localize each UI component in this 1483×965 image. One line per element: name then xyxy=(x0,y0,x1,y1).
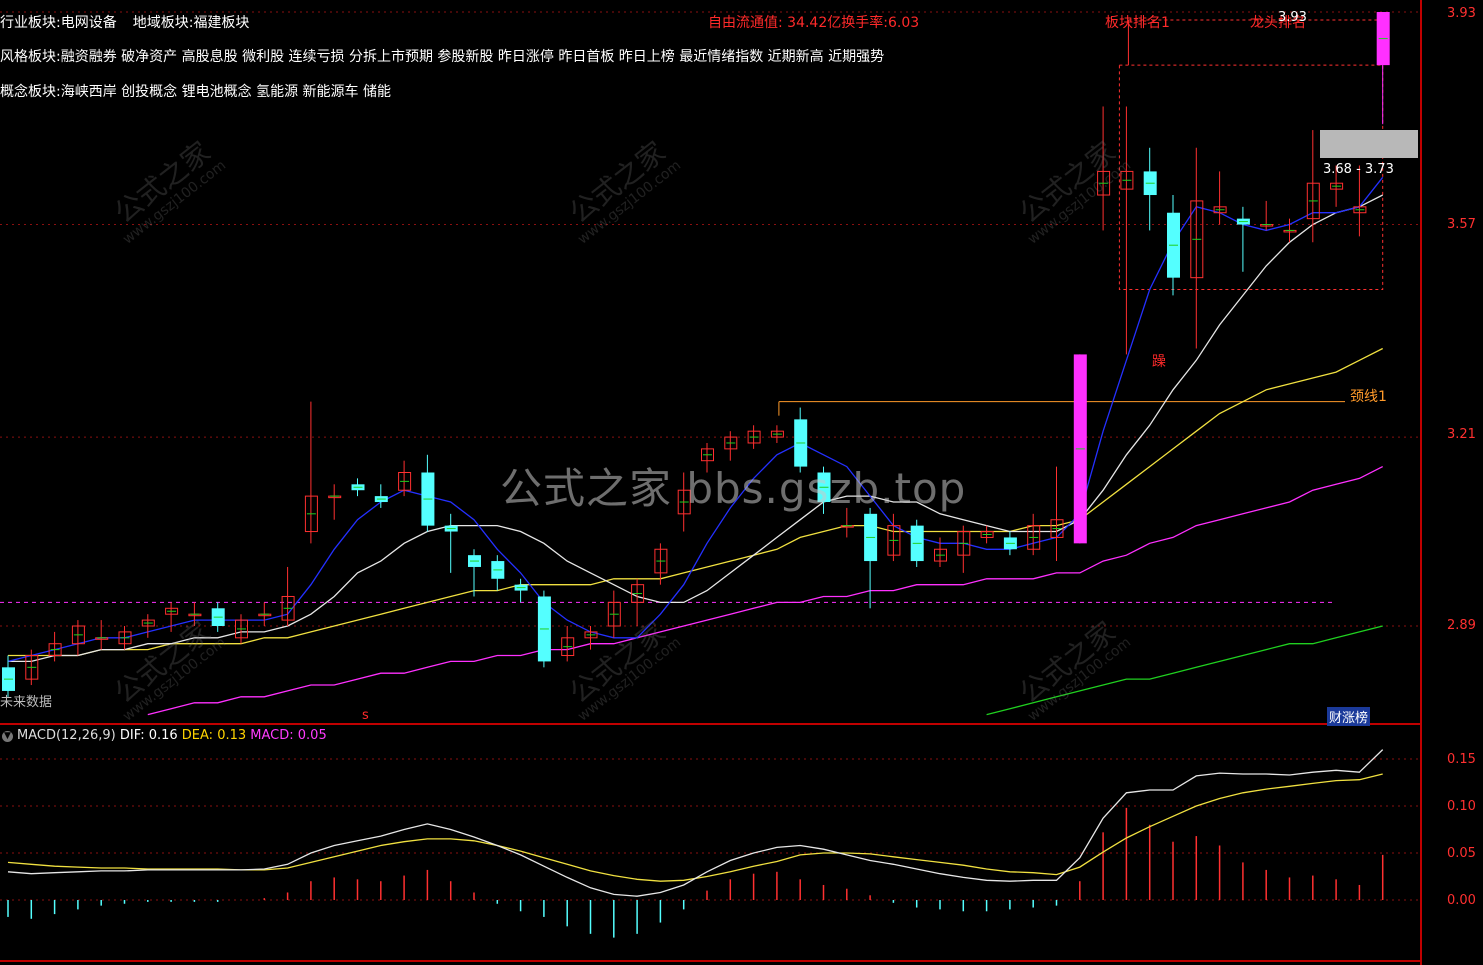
price-range-box xyxy=(1320,130,1418,158)
industry-value[interactable]: 电网设备 xyxy=(61,15,117,31)
industry-label: 行业板块: xyxy=(0,15,61,31)
style-line: 风格板块:融资融券 破净资产 高股息股 微利股 连续亏损 分拆上市预期 参股新股… xyxy=(0,46,884,66)
concept-label: 概念板块: xyxy=(0,84,61,100)
candles[interactable] xyxy=(2,12,1390,697)
neckline-label: 颈线1 xyxy=(1350,389,1387,405)
style-label: 风格板块: xyxy=(0,49,61,65)
concept-line: 概念板块:海峡西岸 创投概念 锂电池概念 氢能源 新能源车 储能 xyxy=(0,81,391,101)
macd-axis-label: 0.00 xyxy=(1447,893,1476,908)
macd-header: ▼ MACD(12,26,9) DIF: 0.16 DEA: 0.13 MACD:… xyxy=(0,728,327,743)
signal-stamp: 躁 xyxy=(1152,354,1166,370)
macd-pane[interactable] xyxy=(7,749,1384,938)
macd-axis-label: 0.10 xyxy=(1447,799,1476,814)
future-data-label: 未来数据 xyxy=(0,695,53,710)
price-axis-label: 2.89 xyxy=(1447,618,1476,633)
macd-axis-label: 0.15 xyxy=(1447,752,1476,767)
chevron-down-icon[interactable]: ▼ xyxy=(2,731,13,742)
high-price-label: 3.93 xyxy=(1278,10,1307,25)
macd-title[interactable]: MACD(12,26,9) xyxy=(17,728,116,743)
dif-value: DIF: 0.16 xyxy=(119,728,178,743)
dif-line xyxy=(7,749,1384,897)
price-axis-label: 3.21 xyxy=(1447,427,1476,442)
industry-line: 行业板块:电网设备 地域板块:福建板块 xyxy=(0,12,249,32)
stock-chart-window: 行业板块:电网设备 地域板块:福建板块 风格板块:融资融券 破净资产 高股息股 微… xyxy=(0,0,1483,965)
price-axis-label: 3.93 xyxy=(1447,6,1476,21)
price-range-label: 3.68 - 3.73 xyxy=(1323,162,1394,177)
sector-rank-label: 板块排名1 xyxy=(1105,15,1170,31)
dea-value: DEA: 0.13 xyxy=(181,728,247,743)
region-value[interactable]: 福建板块 xyxy=(193,15,249,31)
watermark-main: 公式之家 bbs.gszb.top xyxy=(500,464,967,513)
macd-axis-label: 0.05 xyxy=(1447,846,1476,861)
consolidation-box xyxy=(1118,64,1384,290)
rank-flag[interactable]: 财涨榜 xyxy=(1327,707,1371,726)
style-value[interactable]: 融资融券 破净资产 高股息股 微利股 连续亏损 分拆上市预期 参股新股 昨日涨停… xyxy=(61,49,884,65)
float-cap-text: 自由流通值: 34.42亿换手率:6.03 xyxy=(708,15,920,31)
concept-value[interactable]: 海峡西岸 创投概念 锂电池概念 氢能源 新能源车 储能 xyxy=(61,84,391,100)
region-label: 地域板块: xyxy=(132,15,194,31)
macd-value: MACD: 0.05 xyxy=(250,728,327,743)
dea-line xyxy=(7,773,1383,882)
price-axis-label: 3.57 xyxy=(1447,217,1476,232)
s-signal-mark: s xyxy=(362,708,369,723)
